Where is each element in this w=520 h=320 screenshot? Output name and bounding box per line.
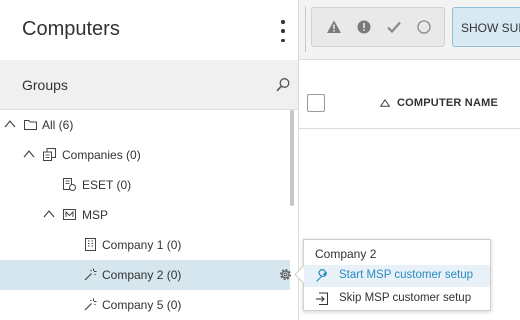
tree-item-msp[interactable]: MSP: [0, 200, 290, 230]
context-menu: Company 2 Start MSP customer setup Skip …: [294, 239, 491, 311]
gear-icon[interactable]: [278, 267, 293, 282]
error-icon[interactable]: [356, 19, 372, 35]
tree-item-label: Company 1 (0): [102, 238, 182, 252]
warning-icon[interactable]: [326, 19, 342, 35]
chevron-up-icon[interactable]: [43, 208, 55, 220]
select-all-checkbox[interactable]: [307, 94, 325, 112]
tree-item-company-2[interactable]: Company 2 (0): [0, 260, 293, 290]
chevron-up-icon[interactable]: [23, 148, 35, 160]
context-menu-title: Company 2: [315, 247, 377, 261]
groups-label: Groups: [22, 77, 68, 93]
tree-item-label: Companies (0): [62, 148, 141, 162]
start-msp-setup-menu-item[interactable]: Start MSP customer setup: [304, 265, 490, 287]
wrench-icon: [316, 269, 328, 282]
status-filter-group: [311, 7, 445, 47]
tree-item-label: MSP: [82, 208, 109, 222]
sort-ascending-icon[interactable]: [380, 99, 390, 107]
more-options-icon[interactable]: [278, 18, 288, 44]
search-icon[interactable]: [274, 76, 292, 94]
tree-item-label: Company 2 (0): [102, 268, 182, 282]
column-header-computer-name[interactable]: COMPUTER NAME: [397, 97, 498, 109]
tree-scrollbar[interactable]: [290, 110, 294, 206]
wand-icon: [84, 268, 97, 281]
skip-icon: [316, 292, 328, 305]
show-subgroups-button[interactable]: SHOW SUB: [452, 7, 520, 47]
msp-icon: [63, 209, 76, 220]
filter-toolbar: SHOW SUB: [299, 0, 520, 60]
skip-msp-setup-menu-item[interactable]: Skip MSP customer setup: [304, 288, 490, 310]
circle-icon[interactable]: [416, 19, 432, 35]
groups-header: Groups: [0, 60, 298, 110]
company-icon: [63, 178, 76, 191]
panel-header: Computers: [0, 0, 298, 60]
folder-icon: [24, 120, 37, 130]
tree-item-label: ESET (0): [82, 178, 132, 192]
tree-item-companies[interactable]: Companies (0): [0, 140, 290, 170]
page-title: Computers: [22, 18, 120, 40]
companies-icon: [43, 148, 56, 161]
tree-item-company-1[interactable]: Company 1 (0): [0, 230, 290, 260]
building-icon: [85, 238, 96, 251]
groups-panel: Computers Groups All (6) Companies (0) E…: [0, 0, 299, 320]
tree-item-label: All (6): [42, 118, 74, 132]
group-tree: All (6) Companies (0) ESET (0) MSP Compa…: [0, 110, 298, 320]
toolbar-divider: [305, 6, 306, 52]
table-header: COMPUTER NAME: [299, 79, 520, 129]
wand-icon: [84, 298, 97, 311]
menu-item-label: Skip MSP customer setup: [339, 292, 472, 304]
tree-item-label: Company 5 (0): [102, 298, 182, 312]
tree-item-eset[interactable]: ESET (0): [0, 170, 290, 200]
menu-item-label: Start MSP customer setup: [339, 269, 474, 281]
tree-item-all[interactable]: All (6): [0, 110, 290, 140]
tree-item-company-5[interactable]: Company 5 (0): [0, 290, 290, 320]
checkmark-icon[interactable]: [386, 19, 402, 35]
chevron-up-icon[interactable]: [4, 118, 16, 130]
